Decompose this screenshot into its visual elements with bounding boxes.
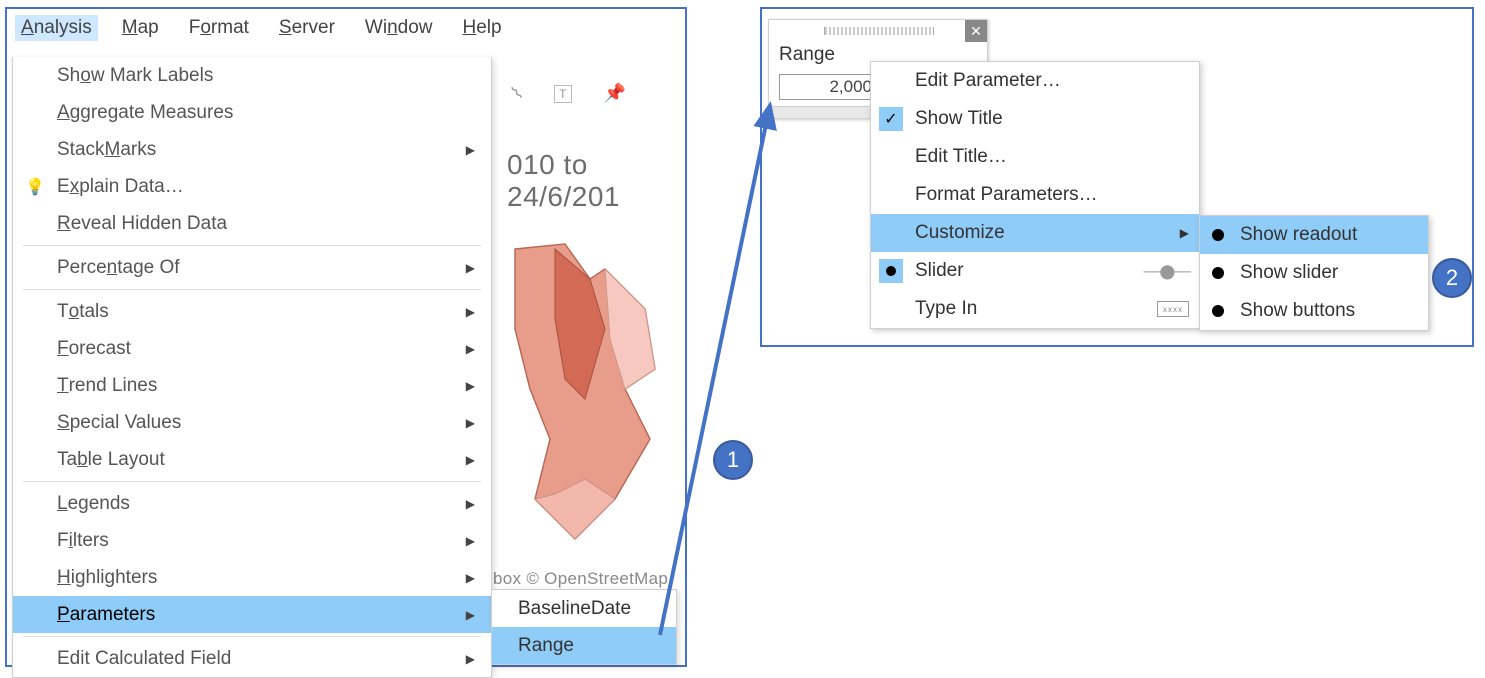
annotation-badge-1: 1 (713, 440, 753, 480)
chevron-right-icon: ▶ (466, 143, 475, 157)
chevron-right-icon: ▶ (1180, 226, 1189, 240)
slider-icon: ──⬤── (1144, 263, 1189, 280)
chevron-right-icon: ▶ (466, 379, 475, 393)
ctx-typein-label: Type In (915, 298, 977, 320)
chevron-right-icon: ▶ (466, 342, 475, 356)
ctx-customize[interactable]: Customize ▶ (871, 214, 1199, 252)
lightbulb-icon: 💡 (25, 177, 45, 197)
chevron-right-icon: ▶ (466, 497, 475, 511)
menu-map[interactable]: MapMap (116, 15, 165, 41)
checkmark-icon: ✓ (879, 107, 903, 131)
menu-analysis[interactable]: AAnalysisnalysis (15, 15, 98, 41)
menu-help[interactable]: HelpHelp (457, 15, 508, 41)
left-panel: AAnalysisnalysis MapMap FormatFormat Ser… (5, 7, 687, 667)
drag-grip-icon[interactable] (824, 27, 934, 35)
menu-window[interactable]: WindowWindow (359, 15, 439, 41)
menu-reveal-hidden[interactable]: Reveal Hidden DataReveal Hidden Data (13, 205, 491, 242)
chevron-right-icon: ▶ (466, 608, 475, 622)
menu-totals[interactable]: TotalsTotals▶ (13, 293, 491, 330)
map-attribution-fragment: box © OpenStreetMap (493, 569, 668, 589)
text-box-icon[interactable]: T (554, 85, 572, 103)
sub-show-buttons[interactable]: Show buttons (1200, 292, 1428, 330)
chevron-right-icon: ▶ (466, 261, 475, 275)
toolbar-icons: ⌇ T 📌 (513, 83, 626, 104)
ctx-format-parameters[interactable]: Format Parameters… (871, 176, 1199, 214)
chevron-right-icon: ▶ (466, 534, 475, 548)
menu-aggregate-measures[interactable]: Aggregate MeasuresAggregate Measures (13, 94, 491, 131)
menu-percentage-of[interactable]: Percentage OfPercentage Of▶ (13, 249, 491, 286)
bullet-icon (1212, 305, 1224, 317)
map-fragment (495, 239, 685, 549)
analysis-dropdown: Show Mark LabelsShow Mark Labels Aggrega… (12, 57, 492, 678)
bullet-icon (1212, 229, 1224, 241)
ctx-show-title-label: Show Title (915, 108, 1003, 130)
submenu-baselinedate[interactable]: BaselineDate (492, 590, 676, 627)
submenu-range[interactable]: Range (492, 627, 676, 664)
input-box-icon: xxxx (1157, 301, 1189, 317)
menu-stack-marks[interactable]: Stack MarksStack Marks▶ (13, 131, 491, 168)
separator (23, 289, 481, 290)
parameters-submenu: BaselineDate Range (491, 589, 677, 665)
ctx-edit-parameter[interactable]: Edit Parameter… (871, 62, 1199, 100)
chevron-right-icon: ▶ (466, 453, 475, 467)
menu-explain-data[interactable]: 💡Explain Data…Explain Data… (13, 168, 491, 205)
annotation-badge-2: 2 (1432, 258, 1472, 298)
parameter-value-input[interactable] (779, 74, 879, 100)
ctx-edit-title[interactable]: Edit Title… (871, 138, 1199, 176)
separator (23, 245, 481, 246)
viz-title-fragment: 010 to 24/6/201 (507, 149, 685, 213)
customize-submenu: Show readout Show slider Show buttons (1199, 215, 1429, 331)
sub-show-readout-label: Show readout (1240, 224, 1357, 246)
separator (23, 636, 481, 637)
menu-filters[interactable]: FiltersFilters▶ (13, 522, 491, 559)
ctx-slider-label: Slider (915, 260, 964, 282)
ctx-show-title[interactable]: ✓ Show Title (871, 100, 1199, 138)
close-icon[interactable]: ✕ (965, 20, 987, 42)
paperclip-icon[interactable]: ⌇ (507, 83, 527, 105)
menu-edit-calc-field[interactable]: Edit Calculated FieldEdit Calculated Fie… (13, 640, 491, 677)
menu-special-values[interactable]: Special ValuesSpecial Values▶ (13, 404, 491, 441)
radio-selected-icon (879, 259, 903, 283)
pin-icon[interactable]: 📌 (604, 83, 626, 104)
chevron-right-icon: ▶ (466, 652, 475, 666)
menu-format[interactable]: FormatFormat (183, 15, 255, 41)
separator (23, 481, 481, 482)
menu-legends[interactable]: LegendsLegends▶ (13, 485, 491, 522)
parameter-context-menu: Edit Parameter… ✓ Show Title Edit Title…… (870, 61, 1200, 329)
chevron-right-icon: ▶ (466, 305, 475, 319)
ctx-slider[interactable]: Slider ──⬤── (871, 252, 1199, 290)
sub-show-slider-label: Show slider (1240, 262, 1338, 284)
sub-show-readout[interactable]: Show readout (1200, 216, 1428, 254)
menu-highlighters[interactable]: HighlightersHighlighters▶ (13, 559, 491, 596)
menu-server[interactable]: ServerServer (273, 15, 341, 41)
bullet-icon (1212, 267, 1224, 279)
right-panel: ✕ Range Edit Parameter… ✓ Show Title Edi… (760, 7, 1474, 347)
menu-parameters[interactable]: ParametersParameters▶ (13, 596, 491, 633)
menu-show-mark-labels[interactable]: Show Mark LabelsShow Mark Labels (13, 57, 491, 94)
ctx-customize-label: Customize (915, 222, 1005, 244)
menubar: AAnalysisnalysis MapMap FormatFormat Ser… (7, 9, 685, 47)
ctx-type-in[interactable]: Type In xxxx (871, 290, 1199, 328)
menu-trend-lines[interactable]: Trend LinesTrend Lines▶ (13, 367, 491, 404)
menu-table-layout[interactable]: Table LayoutTable Layout▶ (13, 441, 491, 478)
chevron-right-icon: ▶ (466, 416, 475, 430)
sub-show-slider[interactable]: Show slider (1200, 254, 1428, 292)
chevron-right-icon: ▶ (466, 571, 475, 585)
menu-forecast[interactable]: ForecastForecast▶ (13, 330, 491, 367)
sub-show-buttons-label: Show buttons (1240, 300, 1355, 322)
